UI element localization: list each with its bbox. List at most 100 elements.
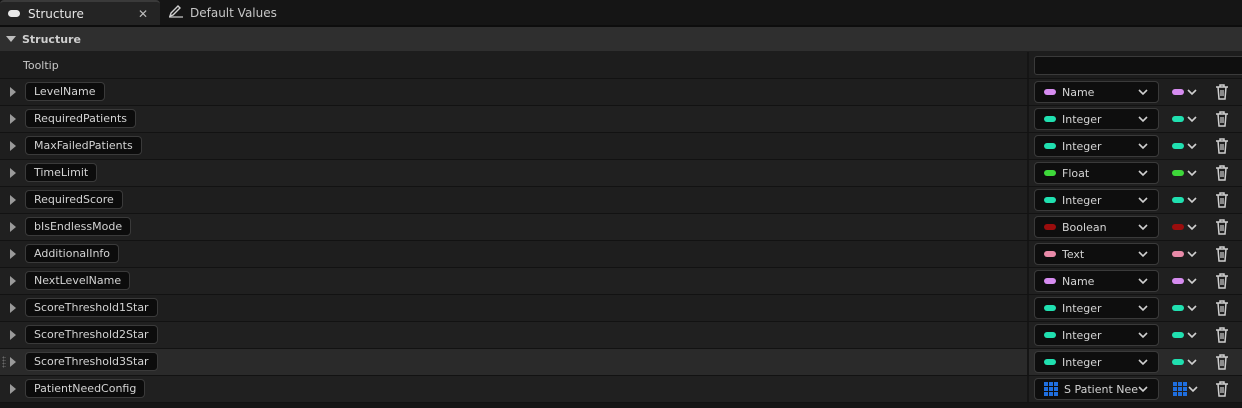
expand-arrow-icon[interactable]	[10, 303, 16, 313]
type-dropdown[interactable]: Float	[1034, 162, 1159, 184]
chevron-down-icon	[1187, 277, 1197, 284]
column-divider[interactable]	[1027, 322, 1029, 348]
type-name: Integer	[1062, 193, 1102, 207]
expand-arrow-icon[interactable]	[10, 222, 16, 232]
type-dropdown[interactable]: Name	[1034, 81, 1159, 103]
member-name-field[interactable]: TimeLimit	[25, 163, 98, 182]
container-type-dropdown[interactable]	[1172, 86, 1202, 98]
delete-icon[interactable]	[1215, 219, 1229, 239]
type-pin-icon	[1044, 278, 1056, 284]
container-pin-icon	[1172, 116, 1184, 122]
type-pin-icon	[1044, 359, 1056, 365]
type-dropdown[interactable]: Name	[1034, 270, 1159, 292]
column-divider[interactable]	[1027, 295, 1029, 321]
delete-icon[interactable]	[1215, 246, 1229, 266]
delete-icon[interactable]	[1215, 84, 1229, 104]
expand-arrow-icon[interactable]	[10, 384, 16, 394]
container-type-dropdown[interactable]	[1172, 167, 1202, 179]
type-dropdown[interactable]: S Patient Nee	[1034, 378, 1159, 400]
delete-icon[interactable]	[1215, 381, 1229, 401]
column-divider[interactable]	[1027, 376, 1029, 402]
member-name-field[interactable]: ScoreThreshold2Star	[25, 325, 158, 344]
tab-default-values[interactable]: Default Values	[166, 0, 326, 25]
column-divider[interactable]	[1027, 160, 1029, 186]
tab-structure[interactable]: Structure ✕	[0, 0, 160, 25]
chevron-down-icon	[1138, 385, 1148, 393]
column-divider[interactable]	[1027, 52, 1029, 78]
chevron-down-icon	[1138, 250, 1148, 258]
delete-icon[interactable]	[1215, 273, 1229, 293]
type-pin-icon	[1044, 305, 1056, 311]
tooltip-input[interactable]	[1034, 56, 1242, 75]
column-divider[interactable]	[1027, 349, 1029, 375]
member-name-field[interactable]: PatientNeedConfig	[25, 379, 146, 398]
type-dropdown[interactable]: Integer	[1034, 324, 1159, 346]
container-type-dropdown[interactable]	[1172, 302, 1202, 314]
member-name-field[interactable]: bIsEndlessMode	[25, 217, 132, 236]
type-dropdown[interactable]: Boolean	[1034, 216, 1159, 238]
drag-handle-icon[interactable]	[2, 356, 6, 368]
container-type-dropdown[interactable]	[1172, 194, 1202, 206]
chevron-down-icon	[1187, 115, 1197, 122]
type-dropdown[interactable]: Integer	[1034, 351, 1159, 373]
container-type-dropdown[interactable]	[1172, 275, 1202, 287]
member-name-field[interactable]: ScoreThreshold1Star	[25, 298, 158, 317]
tooltip-label: Tooltip	[23, 59, 59, 72]
member-row-patientneedconfig: PatientNeedConfig S Patient Nee	[0, 376, 1242, 403]
chevron-down-icon	[1187, 169, 1197, 176]
type-dropdown[interactable]: Integer	[1034, 135, 1159, 157]
delete-icon[interactable]	[1215, 192, 1229, 212]
chevron-down-icon	[1187, 358, 1197, 365]
column-divider[interactable]	[1027, 79, 1029, 105]
type-pin-icon	[1044, 116, 1056, 122]
delete-icon[interactable]	[1215, 300, 1229, 320]
type-pin-icon	[1044, 143, 1056, 149]
column-divider[interactable]	[1027, 106, 1029, 132]
member-name-field[interactable]: LevelName	[25, 82, 105, 101]
delete-icon[interactable]	[1215, 354, 1229, 374]
container-type-dropdown[interactable]	[1172, 356, 1202, 368]
column-divider[interactable]	[1027, 241, 1029, 267]
column-divider[interactable]	[1027, 214, 1029, 240]
type-dropdown[interactable]: Text	[1034, 243, 1159, 265]
container-type-dropdown[interactable]	[1172, 248, 1202, 260]
expand-arrow-icon[interactable]	[10, 195, 16, 205]
delete-icon[interactable]	[1215, 165, 1229, 185]
container-type-dropdown[interactable]	[1172, 113, 1202, 125]
expand-arrow-icon[interactable]	[10, 141, 16, 151]
expand-arrow-icon[interactable]	[10, 330, 16, 340]
delete-icon[interactable]	[1215, 138, 1229, 158]
column-divider[interactable]	[1027, 187, 1029, 213]
member-name-field[interactable]: MaxFailedPatients	[25, 136, 142, 155]
member-name-field[interactable]: AdditionalInfo	[25, 244, 120, 263]
close-icon[interactable]: ✕	[138, 7, 148, 21]
column-divider[interactable]	[1027, 133, 1029, 159]
member-name-field[interactable]: RequiredPatients	[25, 109, 136, 128]
container-type-dropdown[interactable]	[1172, 329, 1202, 341]
expand-arrow-icon[interactable]	[10, 249, 16, 259]
chevron-down-icon	[1187, 250, 1197, 257]
member-name-field[interactable]: NextLevelName	[25, 271, 131, 290]
chevron-down-icon	[1138, 169, 1148, 177]
container-type-dropdown[interactable]	[1172, 221, 1202, 233]
member-name-field[interactable]: ScoreThreshold3Star	[25, 352, 158, 371]
member-name-field[interactable]: RequiredScore	[25, 190, 123, 209]
type-dropdown[interactable]: Integer	[1034, 108, 1159, 130]
container-type-dropdown[interactable]	[1172, 140, 1202, 152]
structure-section-header[interactable]: Structure	[0, 27, 1242, 52]
delete-icon[interactable]	[1215, 327, 1229, 347]
container-type-dropdown[interactable]	[1172, 382, 1202, 396]
member-row-maxfailedpatients: MaxFailedPatients Integer	[0, 133, 1242, 160]
container-pin-icon	[1172, 197, 1184, 203]
tooltip-row: Tooltip	[0, 52, 1242, 79]
type-dropdown[interactable]: Integer	[1034, 189, 1159, 211]
expand-arrow-icon[interactable]	[10, 87, 16, 97]
expand-arrow-icon[interactable]	[10, 114, 16, 124]
expand-arrow-icon[interactable]	[10, 357, 16, 367]
expand-arrow-icon[interactable]	[10, 276, 16, 286]
type-dropdown[interactable]: Integer	[1034, 297, 1159, 319]
delete-icon[interactable]	[1215, 111, 1229, 131]
expand-arrow-icon[interactable]	[10, 168, 16, 178]
column-divider[interactable]	[1027, 268, 1029, 294]
collapse-triangle-icon[interactable]	[6, 36, 16, 42]
